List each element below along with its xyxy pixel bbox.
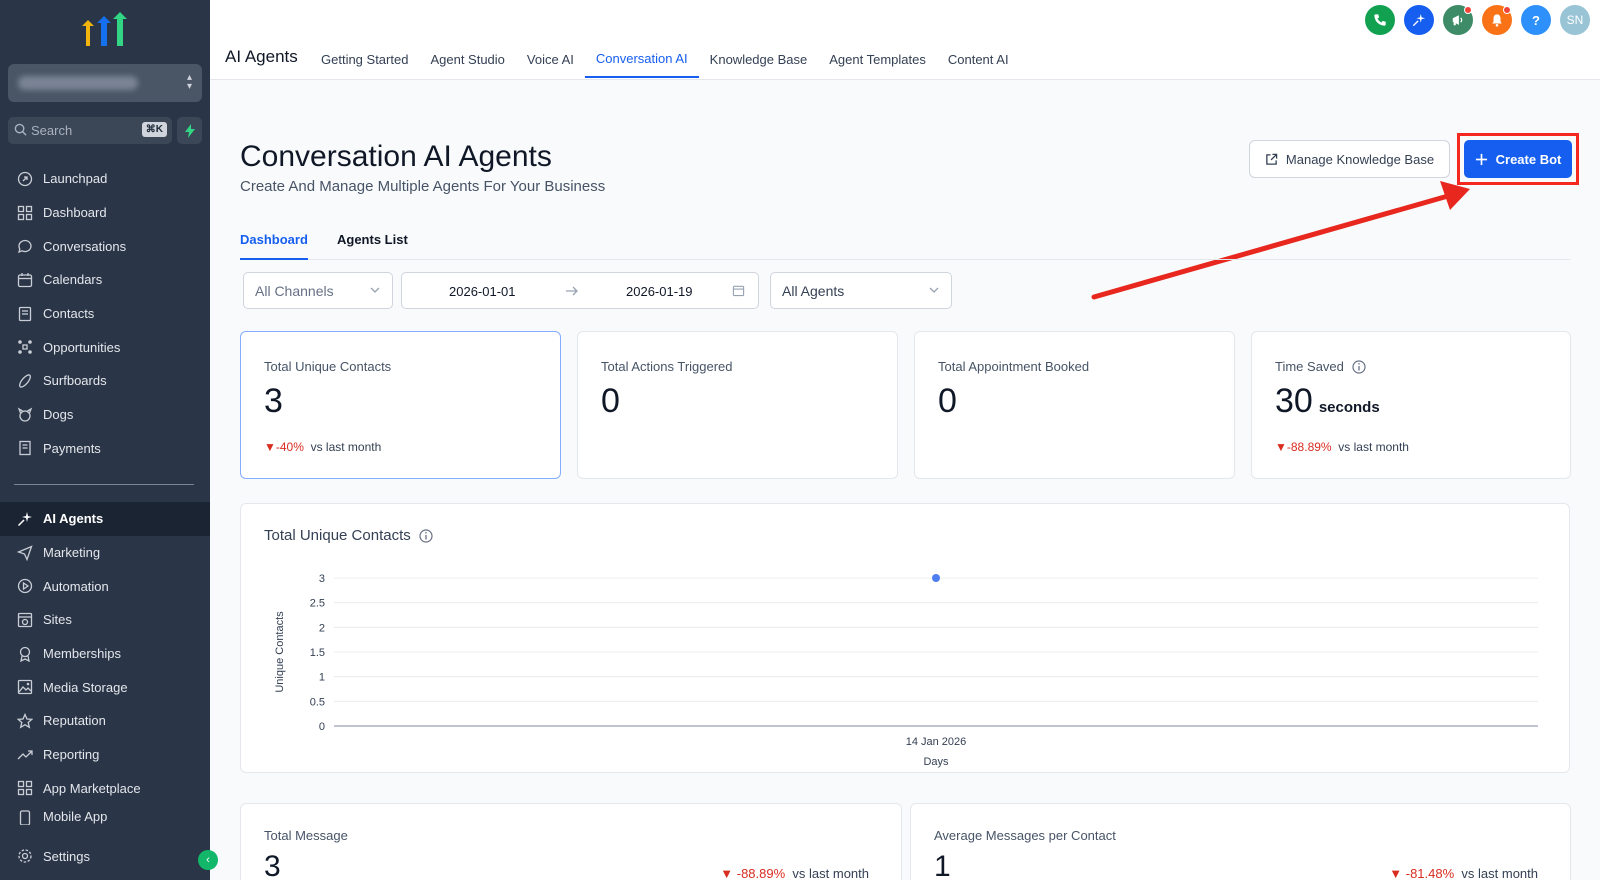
info-icon[interactable] bbox=[1352, 359, 1366, 374]
stat-value: 0 bbox=[938, 382, 957, 420]
stat-label: Total Actions Triggered bbox=[601, 359, 733, 374]
down-triangle-icon: ▼ bbox=[1275, 440, 1287, 454]
stat-delta: ▼-40% vs last month bbox=[264, 440, 381, 454]
stat-delta: ▼ -81.48% vs last month bbox=[1389, 866, 1538, 880]
stat-card-total-message[interactable]: Total Message 3 ▼ -88.89% vs last month bbox=[240, 803, 902, 880]
stat-delta-suffix: vs last month bbox=[1338, 440, 1409, 454]
stat-value: 0 bbox=[601, 382, 620, 420]
stat-delta-suffix: vs last month bbox=[310, 440, 382, 454]
y-tick-label: 0.5 bbox=[310, 696, 325, 708]
arrow-right-icon bbox=[566, 286, 578, 296]
stat-value: 1 bbox=[934, 850, 951, 880]
chevron-down-icon bbox=[370, 287, 380, 293]
stat-label: Total Appointment Booked bbox=[938, 359, 1090, 374]
stat-label-row: Time Saved bbox=[1275, 359, 1366, 374]
date-range-picker[interactable]: 2026-01-01 2026-01-19 bbox=[401, 272, 759, 309]
stat-value: 3 bbox=[264, 382, 283, 420]
stat-delta-suffix: vs last month bbox=[1461, 866, 1538, 880]
stat-label: Total Unique Contacts bbox=[264, 359, 392, 374]
y-tick-label: 2.5 bbox=[310, 598, 325, 610]
stat-value-row: 30 seconds bbox=[1275, 382, 1380, 421]
stat-value: 30 bbox=[1275, 382, 1313, 420]
stat-delta-value: -88.89% bbox=[1286, 440, 1332, 454]
channels-select-value: All Channels bbox=[255, 282, 334, 299]
stat-delta: ▼ -88.89% vs last month bbox=[720, 866, 869, 880]
y-tick-label: 1 bbox=[319, 672, 325, 684]
stat-card-appointments-booked[interactable]: Total Appointment Booked 0 bbox=[914, 331, 1235, 479]
stat-label: Total Message bbox=[264, 828, 348, 843]
stat-card-actions-triggered[interactable]: Total Actions Triggered 0 bbox=[577, 331, 898, 479]
agents-select-value: All Agents bbox=[782, 282, 845, 299]
stat-delta-value: -88.89% bbox=[736, 866, 786, 880]
stat-card-time-saved[interactable]: Time Saved 30 seconds ▼-88.89% vs last mo… bbox=[1251, 331, 1571, 479]
unique-contacts-chart-card: Total Unique Contacts 0 0.5 1 1.5 2 2.5 3 14 Ja… bbox=[240, 503, 1570, 773]
down-triangle-icon: ▼ bbox=[720, 866, 734, 880]
channels-select[interactable]: All Channels bbox=[243, 272, 393, 309]
stat-delta-value: -81.48% bbox=[1405, 866, 1455, 880]
subtab-dashboard[interactable]: Dashboard bbox=[240, 232, 308, 260]
stat-value: 3 bbox=[264, 850, 281, 880]
down-triangle-icon: ▼ bbox=[264, 440, 276, 454]
date-to[interactable]: 2026-01-19 bbox=[626, 284, 693, 299]
y-tick-label: 1.5 bbox=[310, 647, 325, 659]
agents-select[interactable]: All Agents bbox=[770, 272, 952, 309]
stat-unit: seconds bbox=[1318, 399, 1380, 416]
x-axis-label: Days bbox=[923, 756, 949, 768]
stat-label: Time Saved bbox=[1275, 359, 1344, 374]
stat-delta-suffix: vs last month bbox=[792, 866, 869, 880]
stat-label: Average Messages per Contact bbox=[934, 828, 1116, 843]
stat-card-avg-messages[interactable]: Average Messages per Contact 1 ▼ -81.48%… bbox=[910, 803, 1571, 880]
stat-card-unique-contacts[interactable]: Total Unique Contacts 3 ▼-40% vs last mo… bbox=[240, 331, 561, 479]
stat-delta-value: -40% bbox=[275, 440, 304, 454]
chart-plot: 0 0.5 1 1.5 2 2.5 3 14 Jan 2026 Days Unique Conta… bbox=[274, 573, 1538, 768]
data-point bbox=[932, 574, 940, 582]
date-from[interactable]: 2026-01-01 bbox=[449, 284, 516, 299]
stat-delta: ▼-88.89% vs last month bbox=[1275, 440, 1409, 454]
y-tick-label: 0 bbox=[319, 721, 325, 733]
down-triangle-icon: ▼ bbox=[1389, 866, 1403, 880]
y-tick-label: 3 bbox=[319, 573, 325, 585]
chevron-down-icon bbox=[929, 287, 939, 293]
y-axis-label: Unique Contacts bbox=[274, 611, 286, 693]
subtab-agents-list[interactable]: Agents List bbox=[337, 232, 408, 260]
dashboard-subtabs: Dashboard Agents List bbox=[240, 226, 1570, 260]
x-tick-label: 14 Jan 2026 bbox=[906, 736, 967, 748]
y-tick-label: 2 bbox=[319, 622, 325, 634]
calendar-icon bbox=[732, 285, 745, 297]
